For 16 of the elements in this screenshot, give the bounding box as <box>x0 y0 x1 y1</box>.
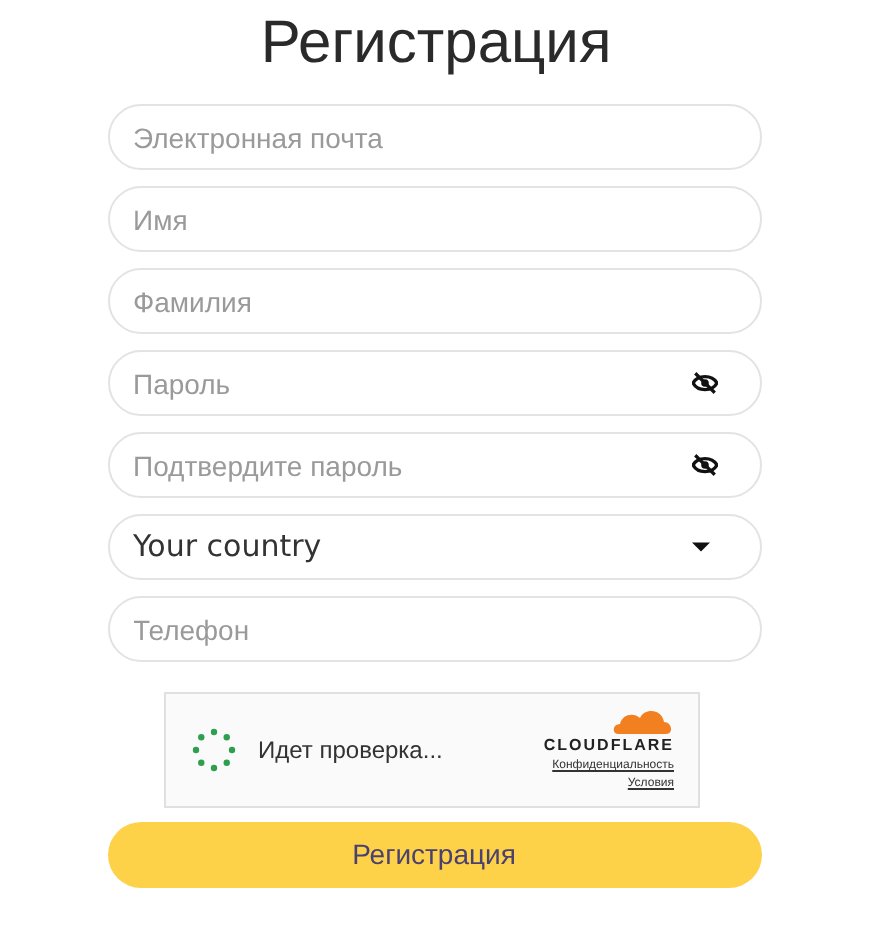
input-field[interactable]: Электронная почта <box>107 104 761 170</box>
input-field[interactable]: Телефон <box>107 596 761 662</box>
register-button[interactable]: Регистрация <box>107 822 761 888</box>
input-field[interactable]: Имя <box>107 186 761 252</box>
input-field[interactable]: Фамилия <box>107 268 761 334</box>
cloud-logo-icon <box>610 706 674 734</box>
page-title: Регистрация <box>260 8 612 80</box>
country-select[interactable]: Your country <box>107 514 761 580</box>
brand-logo-text: CLOUDFLARE <box>543 734 674 758</box>
eye-slash-icon[interactable] <box>691 372 717 394</box>
password-field[interactable]: Подтвердите пароль <box>107 432 761 498</box>
password-field[interactable]: Пароль <box>107 350 761 416</box>
caret-down-icon <box>691 542 709 552</box>
loading-spinner-icon <box>190 726 238 774</box>
captcha-status: Идет проверка... <box>258 734 445 768</box>
eye-slash-icon[interactable] <box>691 454 717 476</box>
